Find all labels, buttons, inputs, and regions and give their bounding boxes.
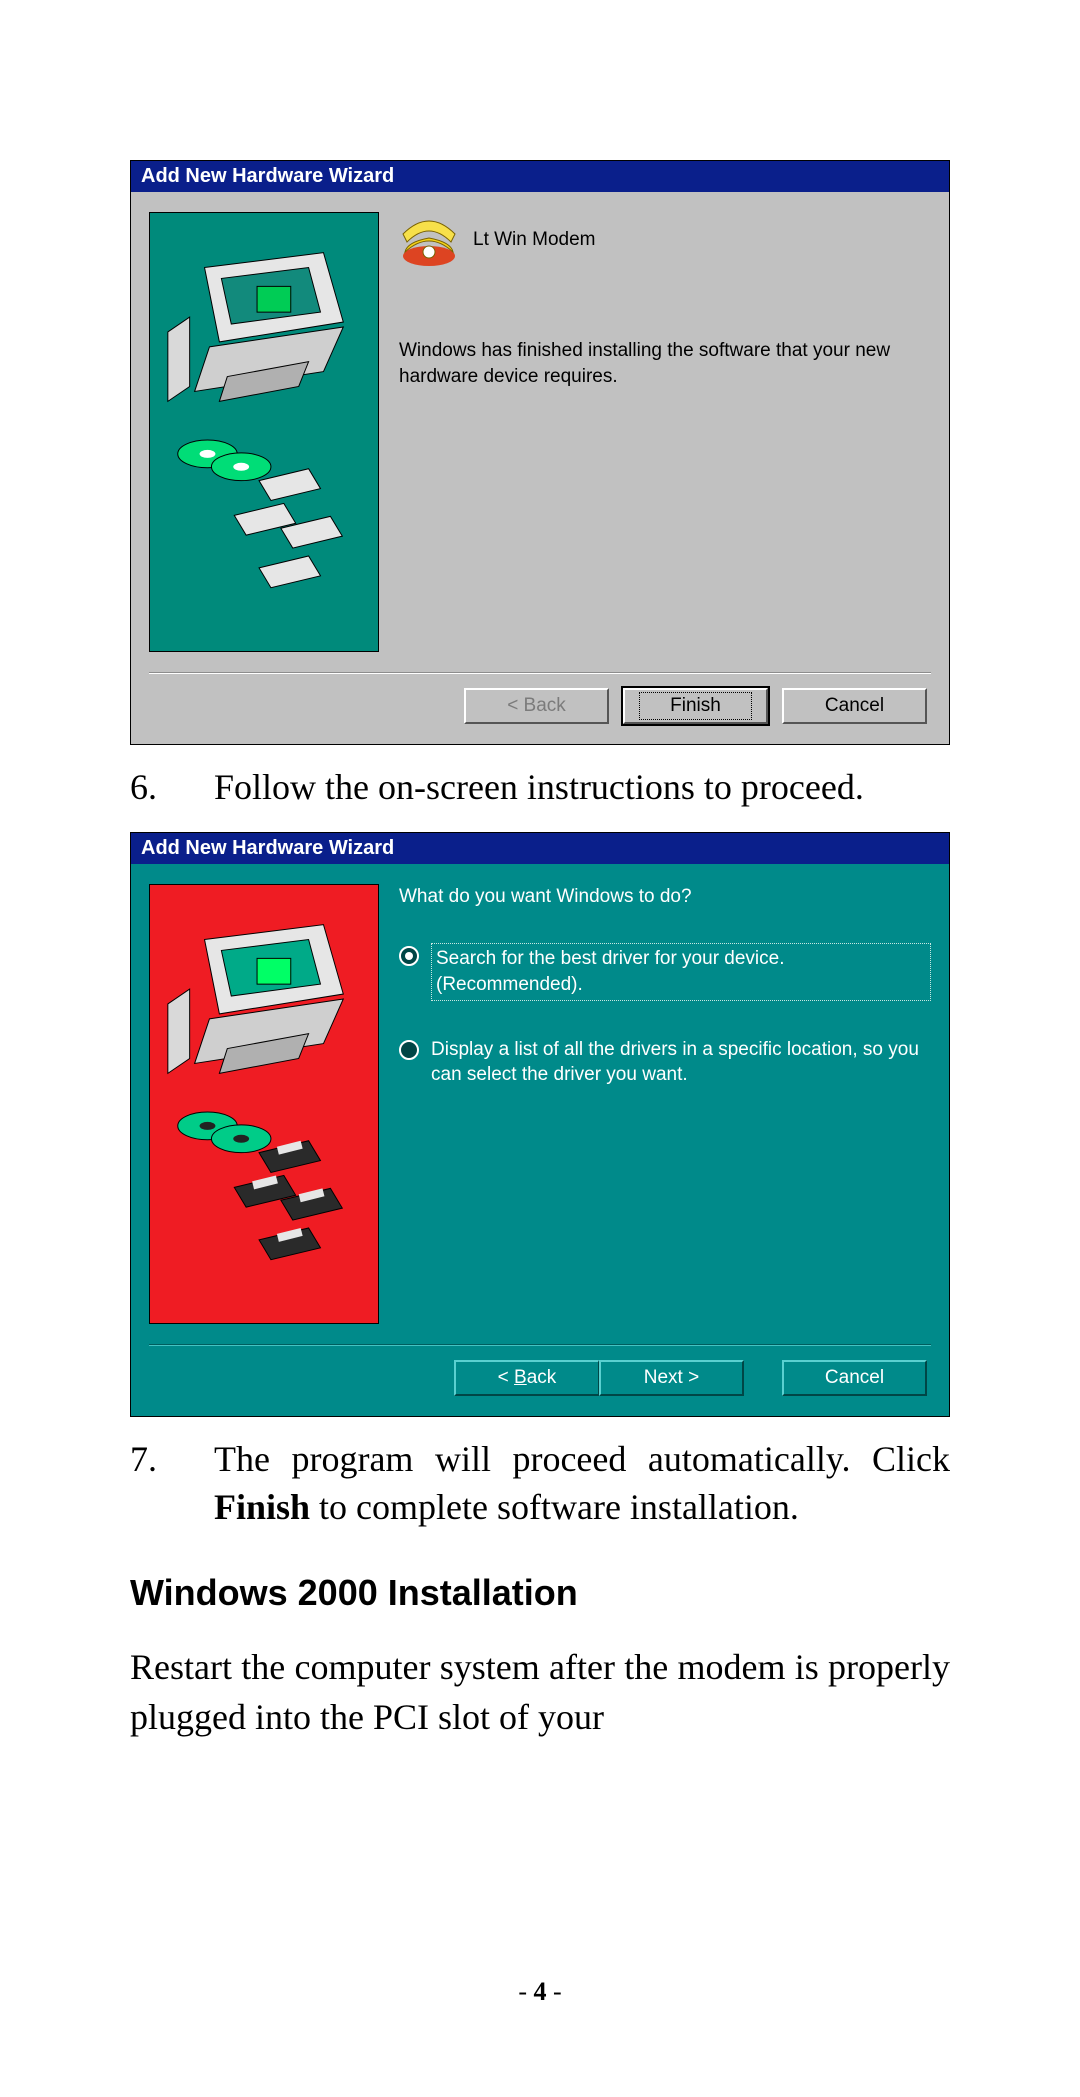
cancel-button-label: Cancel <box>825 695 884 717</box>
step-number: 7. <box>130 1435 214 1532</box>
hardware-wizard-dialog-finish: Add New Hardware Wizard <box>130 160 950 745</box>
step-text-post: to complete software installation. <box>310 1487 799 1527</box>
option-search-best-driver[interactable]: Search for the best driver for your devi… <box>399 943 931 1000</box>
option-display-list[interactable]: Display a list of all the drivers in a s… <box>399 1037 931 1088</box>
step-text-pre: The program will proceed automatically. … <box>214 1439 950 1479</box>
device-row: Lt Win Modem <box>399 212 931 268</box>
step-text: Follow the on-screen instructions to pro… <box>214 763 950 812</box>
radio-icon <box>399 1040 419 1060</box>
dialog-button-row: < Back Finish Cancel <box>131 688 949 744</box>
wizard-side-art <box>149 884 379 1324</box>
cancel-button-label: Cancel <box>825 1367 884 1389</box>
next-button-label: Next > <box>644 1367 699 1389</box>
dialog-question: What do you want Windows to do? <box>399 884 931 910</box>
spacer <box>754 1360 772 1396</box>
option-label: Display a list of all the drivers in a s… <box>431 1037 931 1088</box>
finish-keyword: Finish <box>214 1487 310 1527</box>
option-label: Search for the best driver for your devi… <box>431 943 931 1000</box>
cancel-button[interactable]: Cancel <box>782 688 927 724</box>
dialog-title: Add New Hardware Wizard <box>141 165 394 187</box>
back-button[interactable]: < Back <box>454 1360 599 1396</box>
dialog-separator <box>149 1344 931 1346</box>
dialog-button-row: < Back Next > Cancel <box>131 1360 949 1416</box>
step-text: The program will proceed automatically. … <box>214 1435 950 1532</box>
cancel-button[interactable]: Cancel <box>782 1360 927 1396</box>
dialog-message: Windows has finished installing the soft… <box>399 338 931 389</box>
dialog-titlebar: Add New Hardware Wizard <box>131 161 949 192</box>
dialog-separator <box>149 672 931 674</box>
body-paragraph: Restart the computer system after the mo… <box>130 1642 950 1743</box>
dialog-right-column: Lt Win Modem Windows has finished instal… <box>399 212 931 652</box>
page-number-value: 4 <box>534 1977 547 2006</box>
back-button-label: < Back <box>507 695 566 717</box>
dialog-body: Lt Win Modem Windows has finished instal… <box>131 192 949 664</box>
section-heading: Windows 2000 Installation <box>130 1572 950 1614</box>
dialog-right-column: What do you want Windows to do? Search f… <box>399 884 931 1324</box>
device-label: Lt Win Modem <box>473 227 595 253</box>
radio-icon <box>399 946 419 966</box>
phone-modem-icon <box>399 212 459 268</box>
finish-button-label: Finish <box>639 692 752 720</box>
wizard-side-art <box>149 212 379 652</box>
dialog-titlebar: Add New Hardware Wizard <box>131 833 949 864</box>
step-6: 6. Follow the on-screen instructions to … <box>130 763 950 812</box>
wizard-art-computer-icon <box>150 885 378 1321</box>
step-number: 6. <box>130 763 214 812</box>
wizard-art-computer-icon <box>150 213 378 649</box>
page-number: - 4 - <box>0 1977 1080 2007</box>
dialog-title: Add New Hardware Wizard <box>141 837 394 859</box>
next-button[interactable]: Next > <box>599 1360 744 1396</box>
dialog-body: What do you want Windows to do? Search f… <box>131 864 949 1336</box>
hardware-wizard-dialog-search: Add New Hardware Wizard <box>130 832 950 1417</box>
back-button[interactable]: < Back <box>464 688 609 724</box>
back-button-label: < Back <box>498 1367 557 1389</box>
finish-button[interactable]: Finish <box>623 688 768 724</box>
step-7: 7. The program will proceed automaticall… <box>130 1435 950 1532</box>
